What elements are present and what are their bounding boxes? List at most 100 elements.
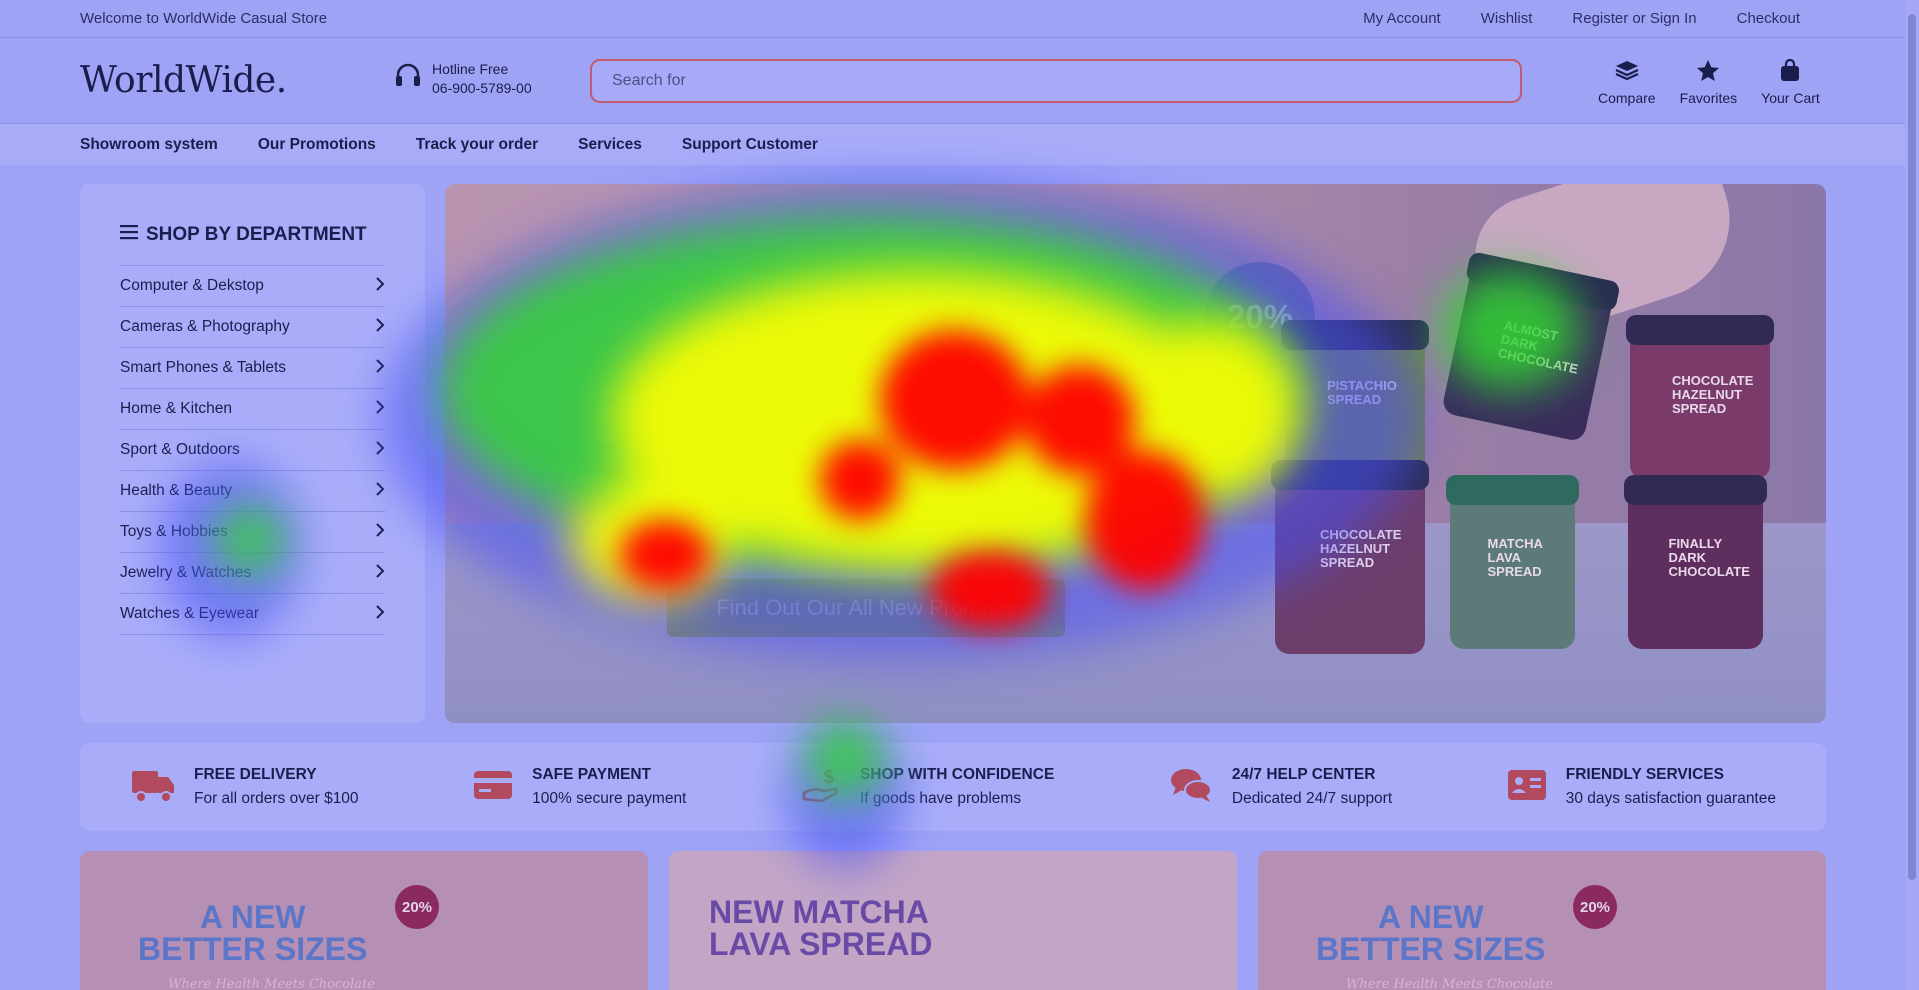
feature-subtitle: 100% secure payment xyxy=(532,790,687,807)
chevron-right-icon xyxy=(375,317,385,337)
department-item[interactable]: Toys & Hobbies xyxy=(120,512,385,553)
hero-subtitle: Where Health Meets Chocolate xyxy=(660,484,1106,517)
hand-money-icon: $ xyxy=(800,765,842,810)
hotline-label: Hotline Free xyxy=(432,61,509,77)
department-item[interactable]: Jewelry & Watches xyxy=(120,553,385,594)
department-title-text: SHOP BY DEPARTMENT xyxy=(146,224,367,245)
wishlist-link[interactable]: Wishlist xyxy=(1481,10,1533,27)
hamburger-icon[interactable] xyxy=(120,224,138,246)
hero-title-line1: A NEW xyxy=(735,309,990,392)
banner-title-line1: A NEW xyxy=(1377,899,1484,935)
favorites-button[interactable]: Favorites xyxy=(1680,58,1737,106)
hero-banner[interactable]: A NEW BETTER SIZES Where Health Meets Ch… xyxy=(445,184,1826,723)
promo-banner-1[interactable]: A NEW BETTER SIZES 20% Where Health Meet… xyxy=(80,851,648,990)
department-item[interactable]: Sport & Outdoors xyxy=(120,430,385,471)
banner-subtitle: Where Health Meets Chocolate xyxy=(1346,977,1553,990)
feature-free-delivery: FREE DELIVERY For all orders over $100 xyxy=(130,765,359,810)
page-scrollbar[interactable] xyxy=(1905,0,1919,990)
star-icon xyxy=(1695,58,1721,90)
feature-friendly-services: FRIENDLY SERVICES 30 days satisfaction g… xyxy=(1506,766,1776,808)
jar-finally-dark: FINALLY DARK CHOCOLATE xyxy=(1624,475,1767,649)
feature-subtitle: For all orders over $100 xyxy=(194,790,359,807)
chevron-right-icon xyxy=(375,563,385,583)
department-item-label: Smart Phones & Tablets xyxy=(120,359,286,376)
checkout-link[interactable]: Checkout xyxy=(1737,10,1800,27)
banner-title: A NEW BETTER SIZES xyxy=(1316,901,1545,965)
department-list: Computer & Dekstop Cameras & Photography S… xyxy=(120,266,385,635)
department-item-label: Health & Beauty xyxy=(120,482,233,499)
jar-label: CHOCOLATE HAZELNUT SPREAD xyxy=(1320,527,1402,570)
feature-title: SHOP WITH CONFIDENCE xyxy=(859,766,1055,783)
banner-title-line1: A NEW xyxy=(199,899,306,935)
hotline: Hotline Free 06-900-5789-00 xyxy=(392,60,532,97)
chevron-right-icon xyxy=(375,522,385,542)
hero-cta-button[interactable]: Find Out Our All New Products xyxy=(667,579,1065,637)
main-nav: Showroom system Our Promotions Track you… xyxy=(0,124,1905,165)
banner-subtitle: Where Health Meets Chocolate xyxy=(168,977,375,990)
hero-title-line2: BETTER SIZES xyxy=(585,383,1140,466)
chevron-right-icon xyxy=(375,399,385,419)
jar-hazelnut-left: CHOCOLATE HAZELNUT SPREAD xyxy=(1271,460,1429,654)
register-sign-in-link[interactable]: Register or Sign In xyxy=(1572,10,1696,27)
banner-title-line2: BETTER SIZES xyxy=(138,931,368,967)
compare-button[interactable]: Compare xyxy=(1598,58,1656,106)
banner-title: A NEW BETTER SIZES xyxy=(138,901,367,965)
credit-card-icon xyxy=(472,767,514,808)
hotline-number[interactable]: 06-900-5789-00 xyxy=(432,80,532,96)
layers-icon xyxy=(1614,58,1640,90)
banner-title: NEW MATCHA LAVA SPREAD xyxy=(709,896,932,960)
welcome-text: Welcome to WorldWide Casual Store xyxy=(80,10,328,27)
department-item-label: Home & Kitchen xyxy=(120,400,232,417)
chevron-right-icon xyxy=(375,440,385,460)
feature-title: 24/7 HELP CENTER xyxy=(1231,766,1376,783)
jar-label: CHOCOLATE HAZELNUT SPREAD xyxy=(1672,373,1754,416)
headset-icon xyxy=(392,60,424,97)
hero-floor xyxy=(445,523,1826,723)
nav-promotions[interactable]: Our Promotions xyxy=(258,136,376,154)
jar-label: MATCHA LAVA SPREAD xyxy=(1487,536,1543,579)
department-item-label: Sport & Outdoors xyxy=(120,441,240,458)
search-input[interactable] xyxy=(612,72,1520,90)
promo-banner-3[interactable]: A NEW BETTER SIZES 20% Where Health Meet… xyxy=(1258,851,1826,990)
department-item[interactable]: Home & Kitchen xyxy=(120,389,385,430)
chat-icon xyxy=(1168,765,1214,810)
my-account-link[interactable]: My Account xyxy=(1363,10,1441,27)
banner-title-line2: BETTER SIZES xyxy=(1316,931,1546,967)
top-links: My Account Wishlist Register or Sign In … xyxy=(1363,10,1825,27)
banner-title-line1: NEW MATCHA xyxy=(709,894,929,930)
site-logo[interactable]: WorldWide. xyxy=(80,60,287,101)
department-item[interactable]: Cameras & Photography xyxy=(120,307,385,348)
department-item[interactable]: Smart Phones & Tablets xyxy=(120,348,385,389)
department-item[interactable]: Health & Beauty xyxy=(120,471,385,512)
feature-shop-confidence: $ SHOP WITH CONFIDENCE If goods have pro… xyxy=(800,765,1054,810)
banner-badge: 20% xyxy=(395,885,439,929)
banner-title-line2: LAVA SPREAD xyxy=(709,926,933,962)
chevron-right-icon xyxy=(375,358,385,378)
nav-support[interactable]: Support Customer xyxy=(682,136,818,154)
nav-services[interactable]: Services xyxy=(578,136,642,154)
chevron-right-icon xyxy=(375,276,385,296)
department-item-label: Cameras & Photography xyxy=(120,318,290,335)
feature-safe-payment: SAFE PAYMENT 100% secure payment xyxy=(472,766,686,808)
cart-button[interactable]: Your Cart xyxy=(1761,58,1820,106)
search-box[interactable] xyxy=(590,59,1522,103)
jar-almost-dark: ALMOST DARK CHOCOLATE xyxy=(1440,251,1621,443)
department-item-label: Jewelry & Watches xyxy=(120,564,252,581)
feature-subtitle: Dedicated 24/7 support xyxy=(1231,790,1393,807)
chevron-right-icon xyxy=(375,604,385,624)
site-header: WorldWide. Hotline Free 06-900-5789-00 S… xyxy=(0,38,1905,124)
compare-label: Compare xyxy=(1598,90,1656,106)
jar-label: FINALLY DARK CHOCOLATE xyxy=(1668,536,1750,579)
department-item[interactable]: Computer & Dekstop xyxy=(120,266,385,307)
jar-label: ALMOST DARK CHOCOLATE xyxy=(1496,317,1580,377)
header-actions: Compare Favorites Your Cart xyxy=(1598,58,1820,106)
nav-track-order[interactable]: Track your order xyxy=(416,136,538,154)
promo-banner-2[interactable]: NEW MATCHA LAVA SPREAD xyxy=(669,851,1237,990)
department-item[interactable]: Watches & Eyewear xyxy=(120,594,385,635)
jar-label: PISTACHIO SPREAD xyxy=(1327,378,1397,407)
feature-help-center: 24/7 HELP CENTER Dedicated 24/7 support xyxy=(1168,765,1392,810)
jar-chocolate-hazelnut: CHOCOLATE HAZELNUT SPREAD xyxy=(1626,315,1774,479)
scrollbar-thumb[interactable] xyxy=(1908,14,1916,880)
nav-showroom[interactable]: Showroom system xyxy=(80,136,218,154)
department-item-label: Watches & Eyewear xyxy=(120,605,259,622)
